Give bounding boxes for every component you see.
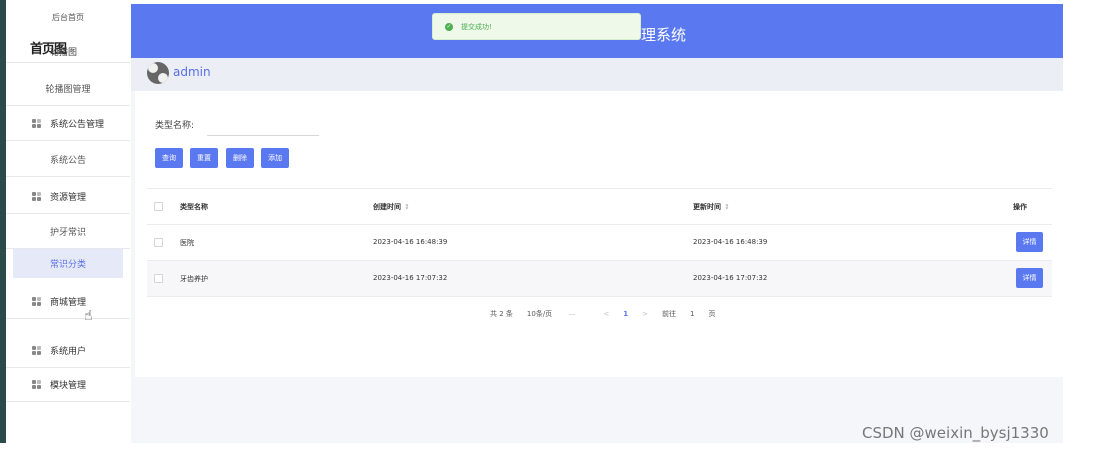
menu-group-icon: [32, 346, 42, 355]
type-name-search-input[interactable]: [207, 113, 319, 136]
sidebar-item-label: 常识分类: [49, 260, 86, 270]
next-page-icon[interactable]: >: [642, 310, 648, 318]
sidebar-group-modules[interactable]: 模块管理: [6, 368, 130, 402]
sort-icon[interactable]: ⇕: [404, 203, 410, 211]
row-checkbox[interactable]: [154, 274, 163, 283]
table-row: 牙齿养护 2023-04-16 17:07:32 2023-04-16 17:0…: [147, 261, 1052, 297]
pagination-total: 共 2 条: [490, 310, 513, 318]
cell-update-time: 2023-04-16 16:48:39: [693, 238, 768, 246]
page-size-dash: —: [568, 310, 576, 318]
row-checkbox[interactable]: [154, 238, 163, 247]
cell-create-time: 2023-04-16 16:48:39: [373, 238, 448, 246]
system-title: 理系统: [641, 26, 687, 44]
sidebar-item-label: 系统公告管理: [50, 120, 105, 130]
toast-message: 提交成功!: [461, 22, 492, 31]
sidebar-group-lunbo[interactable]: 轮播图: [50, 45, 77, 58]
goto-page-input[interactable]: 1: [690, 310, 694, 318]
query-button[interactable]: 查询: [155, 148, 183, 168]
user-bar: admin: [131, 58, 1063, 91]
column-header-create-label: 创建时间: [373, 203, 401, 211]
page-size-label: 10条/页: [526, 310, 553, 318]
sidebar-item-home[interactable]: 后台首页: [6, 12, 130, 23]
sidebar-item-notice[interactable]: 系统公告: [6, 142, 130, 177]
search-label: 类型名称:: [155, 121, 195, 131]
username[interactable]: admin: [173, 65, 211, 79]
sidebar-group-mall[interactable]: 商城管理: [6, 285, 130, 319]
watermark: CSDN @weixin_bysj1330: [862, 424, 1049, 442]
content-panel: 类型名称: 查询 重置 删除 添加 类型名称 创建时间 ⇕ 更新时间 ⇕ 操作 医院…: [135, 91, 1063, 377]
cell-name: 医院: [180, 239, 194, 247]
sidebar-top: 后台首页 首页图 轮播图: [6, 0, 130, 63]
sidebar-item-lunbo-manage[interactable]: 轮播图管理: [6, 71, 130, 106]
column-header-op: 操作: [1013, 203, 1027, 211]
cell-update-time: 2023-04-16 17:07:32: [693, 274, 768, 282]
sidebar-item-dental-knowledge[interactable]: 护牙常识: [6, 214, 130, 249]
sort-icon[interactable]: ⇕: [724, 203, 730, 211]
table-row: 医院 2023-04-16 16:48:39 2023-04-16 16:48:…: [147, 225, 1052, 261]
delete-button[interactable]: 删除: [226, 148, 254, 168]
sidebar: 后台首页 首页图 轮播图 轮播图管理 系统公告管理 系统公告 资源管理 护牙常识…: [6, 0, 130, 443]
column-header-update-label: 更新时间: [693, 203, 721, 211]
select-all-checkbox[interactable]: [154, 202, 163, 211]
sidebar-item-label: 轮播图管理: [45, 84, 91, 95]
sidebar-item-label: 模块管理: [50, 381, 87, 391]
page-number-current[interactable]: 1: [623, 310, 628, 318]
prev-page-icon[interactable]: <: [603, 310, 609, 318]
sidebar-item-label: 系统公告: [49, 155, 86, 166]
menu-group-icon: [32, 380, 42, 389]
goto-label: 前往: [662, 310, 677, 318]
sidebar-item-knowledge-category[interactable]: 常识分类: [13, 249, 123, 278]
cell-name: 牙齿养护: [180, 275, 208, 283]
detail-button[interactable]: 详情: [1016, 268, 1043, 288]
hand-cursor-icon: ☝: [84, 308, 93, 324]
table-header: 类型名称 创建时间 ⇕ 更新时间 ⇕ 操作: [147, 188, 1052, 225]
menu-group-icon: [32, 119, 42, 128]
sidebar-group-notice[interactable]: 系统公告管理: [6, 107, 130, 141]
pagination: 共 2 条 10条/页 — < 1 > 前往 1 页: [490, 309, 730, 319]
menu-group-icon: [32, 297, 42, 306]
column-header-name: 类型名称: [180, 203, 208, 211]
cell-create-time: 2023-04-16 17:07:32: [373, 274, 448, 282]
sidebar-group-resource[interactable]: 资源管理: [6, 180, 130, 214]
sidebar-item-label: 商城管理: [50, 298, 87, 308]
check-circle-icon: ✓: [445, 22, 453, 31]
column-header-update[interactable]: 更新时间 ⇕: [693, 202, 730, 212]
avatar[interactable]: [147, 62, 169, 84]
reset-button[interactable]: 重置: [190, 148, 218, 168]
page-size-select[interactable]: 10条/页 —: [527, 309, 590, 319]
category-table: 类型名称 创建时间 ⇕ 更新时间 ⇕ 操作 医院 2023-04-16 16:48:…: [147, 188, 1052, 297]
detail-button[interactable]: 详情: [1016, 232, 1043, 252]
column-header-create[interactable]: 创建时间 ⇕: [373, 202, 410, 212]
success-toast: ✓ 提交成功!: [432, 13, 641, 40]
sidebar-item-label: 护牙常识: [49, 227, 86, 238]
add-button[interactable]: 添加: [261, 148, 289, 168]
sidebar-item-label: 系统用户: [50, 347, 87, 357]
page-unit-label: 页: [708, 310, 716, 318]
sidebar-group-users[interactable]: 系统用户: [6, 334, 130, 368]
menu-group-icon: [32, 192, 42, 201]
sidebar-item-label: 资源管理: [50, 193, 87, 203]
main-content: 类型名称: 查询 重置 删除 添加 类型名称 创建时间 ⇕ 更新时间 ⇕ 操作 医院…: [131, 91, 1063, 443]
